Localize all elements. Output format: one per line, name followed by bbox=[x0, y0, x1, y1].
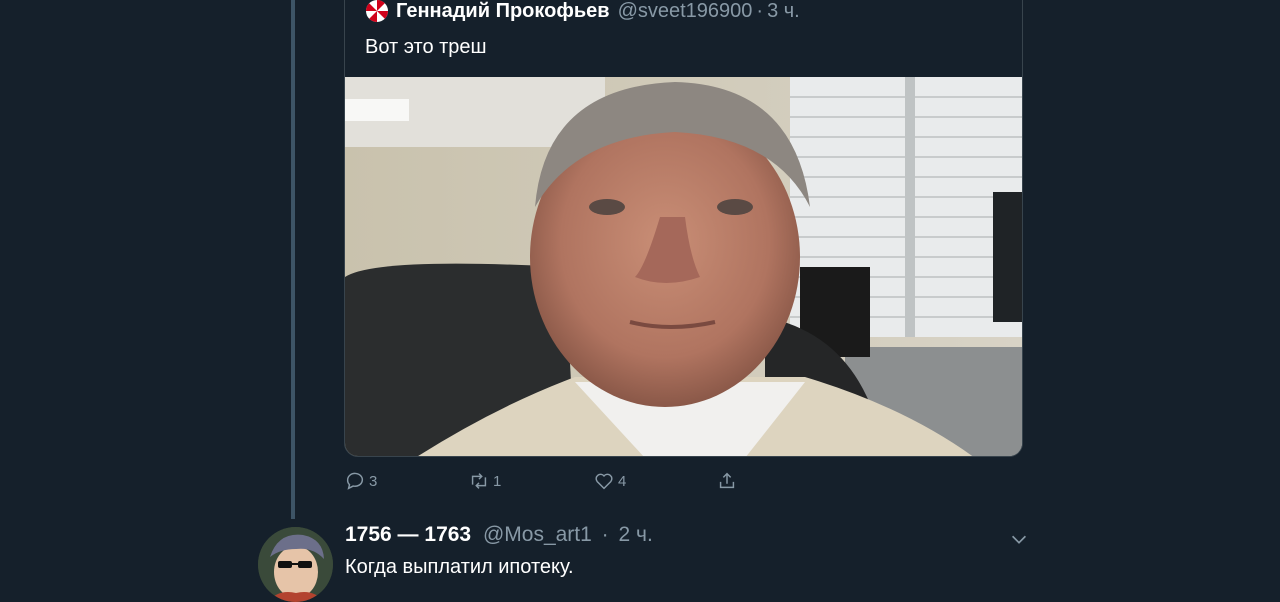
thread-connector-line bbox=[291, 0, 295, 519]
tweet-text: Когда выплатил ипотеку. bbox=[345, 556, 574, 578]
share-icon bbox=[719, 472, 735, 489]
tweet-header: 1756 — 1763 @Mos_art1 · 2 ч. bbox=[345, 523, 653, 547]
reply-icon bbox=[346, 472, 364, 490]
separator-dot: · bbox=[601, 523, 609, 546]
author-handle[interactable]: @Mos_art1 bbox=[483, 523, 592, 546]
avatar[interactable] bbox=[258, 527, 333, 602]
quoted-tweet-timestamp[interactable]: 3 ч. bbox=[767, 0, 800, 23]
reply-button[interactable]: 3 bbox=[344, 470, 377, 492]
retweet-button[interactable]: 1 bbox=[468, 470, 501, 492]
tweet[interactable]: 1756 — 1763 @Mos_art1 · 2 ч. Когда выпла… bbox=[0, 520, 1280, 602]
quoted-tweet-card[interactable]: Геннадий Прокофьев @sveet196900 · 3 ч. В… bbox=[344, 0, 1023, 457]
quoted-author-handle[interactable]: @sveet196900 bbox=[618, 0, 753, 23]
like-count: 4 bbox=[618, 472, 627, 490]
retweet-icon bbox=[471, 473, 487, 489]
heart-icon bbox=[595, 473, 613, 490]
umbrella-corp-icon bbox=[365, 0, 389, 23]
retweet-count: 1 bbox=[493, 472, 502, 490]
chevron-down-icon[interactable] bbox=[1008, 528, 1030, 550]
tweet-action-bar: 3 1 4 bbox=[344, 470, 764, 496]
reply-count: 3 bbox=[369, 472, 378, 490]
quoted-tweet-photo[interactable] bbox=[345, 77, 1022, 456]
quoted-tweet-header: Геннадий Прокофьев @sveet196900 · 3 ч. bbox=[365, 0, 800, 23]
author-name[interactable]: 1756 — 1763 bbox=[345, 523, 471, 546]
quoted-tweet-text: Вот это треш bbox=[365, 36, 487, 58]
quoted-author-name[interactable]: Геннадий Прокофьев bbox=[396, 0, 610, 23]
share-button[interactable] bbox=[716, 470, 741, 492]
separator-dot: · bbox=[756, 0, 764, 22]
tweet-timestamp[interactable]: 2 ч. bbox=[619, 523, 653, 546]
like-button[interactable]: 4 bbox=[593, 470, 626, 492]
